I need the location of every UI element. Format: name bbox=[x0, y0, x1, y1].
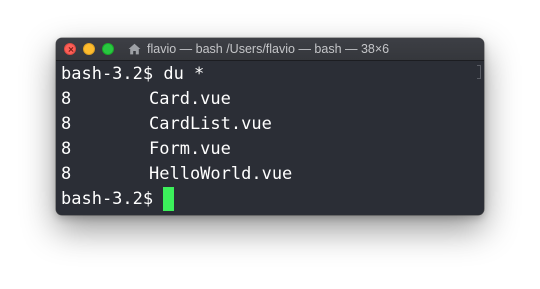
terminal-window: flavio — bash /Users/flavio — bash — 38×… bbox=[56, 38, 484, 215]
output-filename: CardList.vue bbox=[149, 114, 272, 134]
prompt-line[interactable]: bash-3.2$ bbox=[61, 187, 484, 212]
output-filename: HelloWorld.vue bbox=[149, 164, 293, 184]
scroll-marker bbox=[477, 65, 481, 79]
output-row: 8 HelloWorld.vue bbox=[61, 162, 484, 187]
command-line: bash-3.2$ du * bbox=[61, 64, 205, 84]
minimize-button[interactable] bbox=[83, 43, 95, 55]
output-row: 8 CardList.vue bbox=[61, 112, 484, 137]
output-size: 8 bbox=[61, 114, 72, 134]
output-size: 8 bbox=[61, 164, 72, 184]
output-row: 8 Form.vue bbox=[61, 137, 484, 162]
output-size: 8 bbox=[61, 89, 72, 109]
title-bar[interactable]: flavio — bash /Users/flavio — bash — 38×… bbox=[56, 38, 484, 61]
text-cursor bbox=[163, 187, 175, 211]
window-title-text: flavio — bash /Users/flavio — bash — 38×… bbox=[147, 42, 390, 56]
output-filename: Form.vue bbox=[149, 139, 231, 159]
close-button[interactable] bbox=[64, 43, 76, 55]
output-row: 8 Card.vue bbox=[61, 87, 484, 112]
home-folder-icon bbox=[128, 43, 141, 55]
output-filename: Card.vue bbox=[149, 89, 231, 109]
maximize-button[interactable] bbox=[102, 43, 114, 55]
screen: flavio — bash /Users/flavio — bash — 38×… bbox=[0, 0, 540, 289]
terminal-output[interactable]: bash-3.2$ du * 8 Card.vue 8 CardList.vue 8… bbox=[56, 61, 484, 215]
window-title: flavio — bash /Users/flavio — bash — 38×… bbox=[128, 38, 389, 60]
output-size: 8 bbox=[61, 139, 72, 159]
prompt-text: bash-3.2$ bbox=[61, 189, 164, 209]
